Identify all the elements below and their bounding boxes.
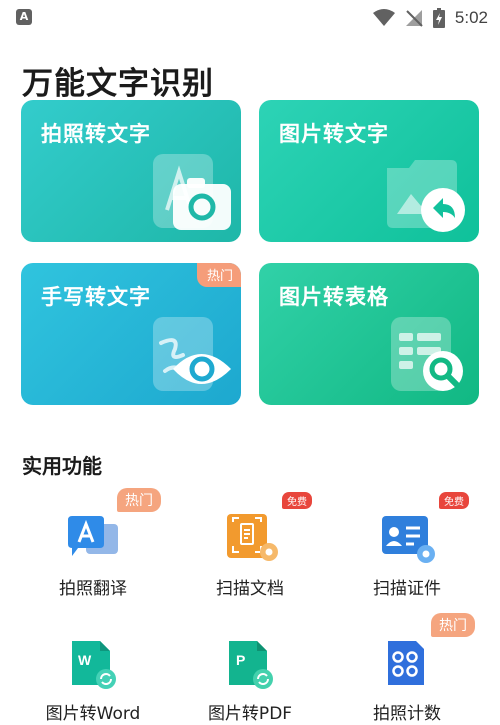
card-label: 拍照转文字 [41,122,151,146]
table-search-icon [391,317,463,391]
free-badge: 免费 [439,492,469,509]
free-badge: 免费 [282,492,312,509]
hot-tag: 热门 [196,263,241,287]
card-photo-to-text[interactable]: 拍照转文字 [21,100,241,242]
feature-photo-translate[interactable]: 拍照翻译 热门 [13,488,173,600]
handwriting-eye-icon [153,317,231,391]
clock: 5:02 [454,8,488,27]
no-signal-icon [405,10,423,27]
card-handwriting-to-text[interactable]: 手写转文字 热门 [21,263,241,405]
card-image-to-text[interactable]: 图片转文字 [259,100,479,242]
section-title-utilities: 实用功能 [22,454,102,478]
page-title: 万能文字识别 [22,66,214,102]
hot-badge: 热门 [117,488,161,512]
status-icons: 5:02 [372,6,488,30]
status-bar: A 5:02 [0,0,500,36]
feature-scan-id[interactable]: 扫描证件 免费 [327,490,487,600]
svg-text:W: W [78,652,92,668]
feature-image-to-word[interactable]: W 图片转Word [13,615,173,725]
feature-scan-document[interactable]: 扫描文档 免费 [170,490,330,600]
card-label: 图片转文字 [279,122,389,146]
wifi-icon [372,9,395,26]
image-to-word-icon: W [72,641,116,689]
image-text-reply-icon [387,160,465,232]
feature-photo-count[interactable]: 拍照计数 热门 [327,613,487,725]
image-to-pdf-icon: P [229,641,273,689]
feature-label: 拍照翻译 [59,579,127,599]
translate-icon [68,516,118,556]
svg-text:P: P [236,652,245,668]
card-label: 图片转表格 [279,285,389,309]
feature-label: 扫描证件 [373,579,441,599]
feature-image-to-pdf[interactable]: P 图片转PDF [170,615,330,725]
scan-id-card-icon [382,516,435,563]
card-label: 手写转文字 [41,285,151,309]
scan-document-icon [227,514,278,561]
app-notification-icon: A [16,9,32,25]
photo-count-icon [388,641,424,685]
hot-badge: 热门 [431,613,475,637]
card-image-to-table[interactable]: 图片转表格 [259,263,479,405]
feature-label: 扫描文档 [216,579,284,599]
battery-charging-icon [432,8,445,28]
photo-text-camera-icon [153,154,231,230]
